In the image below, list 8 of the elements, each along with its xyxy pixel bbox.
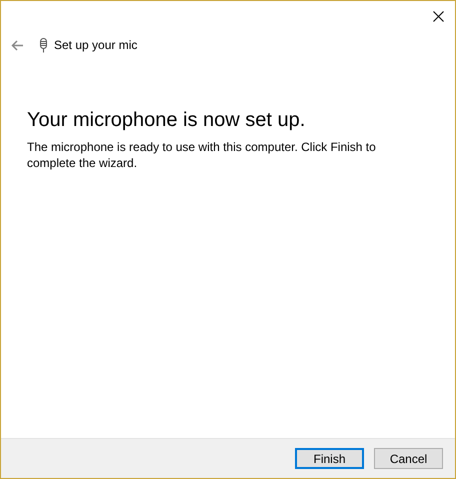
close-icon — [432, 10, 444, 22]
microphone-icon — [39, 38, 48, 52]
description: The microphone is ready to use with this computer. Click Finish to complete the wizard. — [27, 139, 377, 171]
dialog-button[interactable]: Cancel — [374, 448, 443, 469]
back-arrow-icon — [10, 40, 24, 50]
dialog-title: Set up your mic — [54, 37, 138, 54]
heading: Your microphone is now set up. — [27, 108, 306, 133]
dialog-button[interactable]: Finish — [295, 448, 364, 469]
